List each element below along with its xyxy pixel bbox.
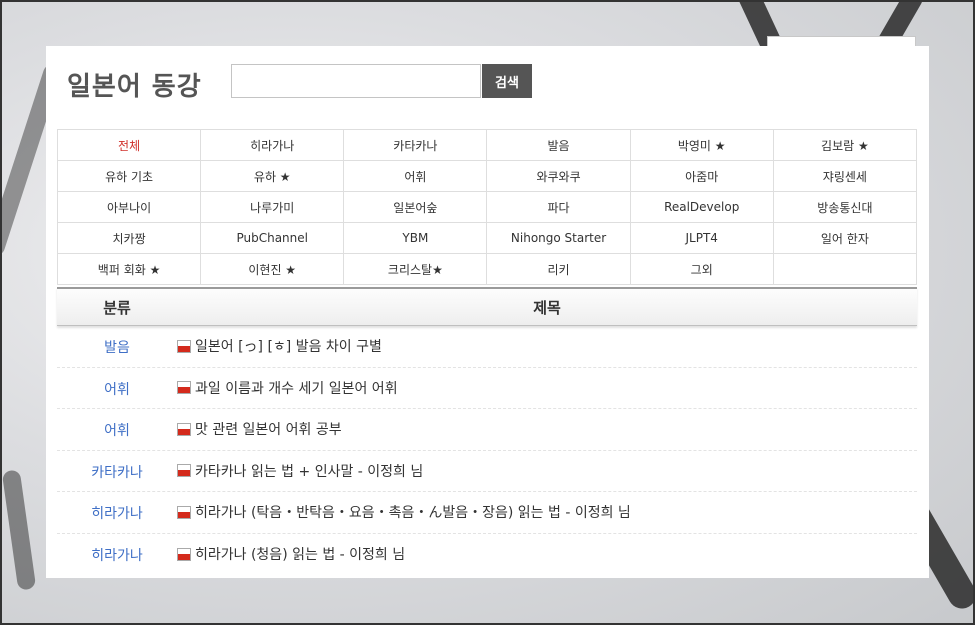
category-empty-cell <box>772 253 918 285</box>
row-title-link[interactable]: 일본어 [っ] [ㅎ] 발음 차이 구별 <box>177 336 382 356</box>
row-title-link[interactable]: 히라가나 (청음) 읽는 법 - 이정희 님 <box>177 544 405 564</box>
category-link[interactable]: PubChannel <box>200 222 345 254</box>
category-row: 아부나이 나루가미 일본어숲 파다 RealDevelop 방송통신대 <box>56 191 918 223</box>
category-link[interactable]: 나루가미 <box>200 191 345 223</box>
category-link[interactable]: JLPT4 <box>629 222 774 254</box>
youtube-icon <box>177 339 191 353</box>
row-title-text: 과일 이름과 개수 세기 일본어 어휘 <box>195 380 398 397</box>
category-link[interactable]: 유하 ★ <box>200 160 345 192</box>
list-row: 어휘 맛 관련 일본어 어휘 공부 <box>57 409 917 451</box>
youtube-icon <box>177 464 191 478</box>
category-link[interactable]: 김보람 ★ <box>772 129 918 161</box>
category-link[interactable]: 일어 한자 <box>772 222 918 254</box>
category-link[interactable]: 치카짱 <box>56 222 202 254</box>
list-row: 히라가나 히라가나 (청음) 읽는 법 - 이정희 님 <box>57 534 917 576</box>
youtube-icon <box>177 505 191 519</box>
row-title-text: 맛 관련 일본어 어휘 공부 <box>195 422 342 439</box>
category-row: 유하 기초 유하 ★ 어휘 와쿠와쿠 아줌마 쟈링센세 <box>56 160 918 192</box>
row-category-link[interactable]: 히라가나 <box>57 543 177 565</box>
youtube-icon <box>177 381 191 395</box>
row-title-link[interactable]: 맛 관련 일본어 어휘 공부 <box>177 419 342 439</box>
main-panel: 일본어 동강 검색 전체 히라가나 카타카나 발음 박영미 ★ 김보람 ★ 유하 기초 유하 … <box>46 46 929 578</box>
category-link[interactable]: 일본어숲 <box>343 191 488 223</box>
category-row: 치카짱 PubChannel YBM Nihongo Starter JLPT4 일어 한… <box>56 222 918 254</box>
category-link[interactable]: 유하 기초 <box>56 160 202 192</box>
row-title-text: 히라가나 (탁음・반탁음・요음・촉음・ん발음・장음) 읽는 법 - 이정희 님 <box>195 505 631 522</box>
category-link[interactable]: 아줌마 <box>629 160 774 192</box>
category-link[interactable]: 카타카나 <box>343 129 488 161</box>
search-input[interactable] <box>231 64 481 98</box>
category-link[interactable]: Nihongo Starter <box>486 222 631 254</box>
category-link[interactable]: 발음 <box>486 129 631 161</box>
row-category-link[interactable]: 히라가나 <box>57 501 177 523</box>
category-link[interactable]: 파다 <box>486 191 631 223</box>
category-link[interactable]: 크리스탈★ <box>343 253 488 285</box>
row-title-text: 카타카나 읽는 법 + 인사말 - 이정희 님 <box>195 463 424 480</box>
list-row: 발음 일본어 [っ] [ㅎ] 발음 차이 구별 <box>57 326 917 368</box>
category-link[interactable]: 와쿠와쿠 <box>486 160 631 192</box>
category-link[interactable]: 아부나이 <box>56 191 202 223</box>
header-category: 분류 <box>103 298 131 317</box>
row-title-link[interactable]: 과일 이름과 개수 세기 일본어 어휘 <box>177 378 398 398</box>
row-title-link[interactable]: 히라가나 (탁음・반탁음・요음・촉음・ん발음・장음) 읽는 법 - 이정희 님 <box>177 502 631 522</box>
category-grid: 전체 히라가나 카타카나 발음 박영미 ★ 김보람 ★ 유하 기초 유하 ★ 어휘 와쿠와쿠 아줌마… <box>56 129 918 285</box>
category-link[interactable]: YBM <box>343 222 488 254</box>
category-link[interactable]: RealDevelop <box>629 191 774 223</box>
list-row: 히라가나 히라가나 (탁음・반탁음・요음・촉음・ん발음・장음) 읽는 법 - 이정… <box>57 492 917 534</box>
row-title-text: 히라가나 (청음) 읽는 법 - 이정희 님 <box>195 547 406 564</box>
category-link[interactable]: 박영미 ★ <box>629 129 774 161</box>
category-link[interactable]: 방송통신대 <box>772 191 918 223</box>
row-category-link[interactable]: 발음 <box>57 335 177 357</box>
list-row: 카타카나 카타카나 읽는 법 + 인사말 - 이정희 님 <box>57 451 917 492</box>
list-header: 분류 제목 <box>57 287 917 326</box>
row-category-link[interactable]: 어휘 <box>57 377 177 399</box>
list-row: 어휘 과일 이름과 개수 세기 일본어 어휘 <box>57 368 917 409</box>
category-row: 전체 히라가나 카타카나 발음 박영미 ★ 김보람 ★ <box>56 129 918 161</box>
row-category-link[interactable]: 어휘 <box>57 418 177 440</box>
category-link[interactable]: 전체 <box>56 129 202 161</box>
category-link[interactable]: 이현진 ★ <box>200 253 345 285</box>
header-title: 제목 <box>533 298 561 317</box>
category-row: 백퍼 회화 ★ 이현진 ★ 크리스탈★ 리키 그외 <box>56 253 918 285</box>
category-link[interactable]: 어휘 <box>343 160 488 192</box>
video-list: 분류 제목 발음 일본어 [っ] [ㅎ] 발음 차이 구별어휘 과일 이름과 개수 … <box>57 287 917 575</box>
page-title: 일본어 동강 <box>67 72 202 102</box>
category-link[interactable]: 리키 <box>486 253 631 285</box>
category-link[interactable]: 쟈링센세 <box>772 160 918 192</box>
youtube-icon <box>177 422 191 436</box>
category-link[interactable]: 그외 <box>629 253 774 285</box>
row-title-link[interactable]: 카타카나 읽는 법 + 인사말 - 이정희 님 <box>177 461 423 481</box>
row-title-text: 일본어 [っ] [ㅎ] 발음 차이 구별 <box>195 339 382 356</box>
category-link[interactable]: 히라가나 <box>200 129 345 161</box>
youtube-icon <box>177 547 191 561</box>
search-button[interactable]: 검색 <box>482 64 532 98</box>
row-category-link[interactable]: 카타카나 <box>57 460 177 482</box>
category-link[interactable]: 백퍼 회화 ★ <box>56 253 202 285</box>
